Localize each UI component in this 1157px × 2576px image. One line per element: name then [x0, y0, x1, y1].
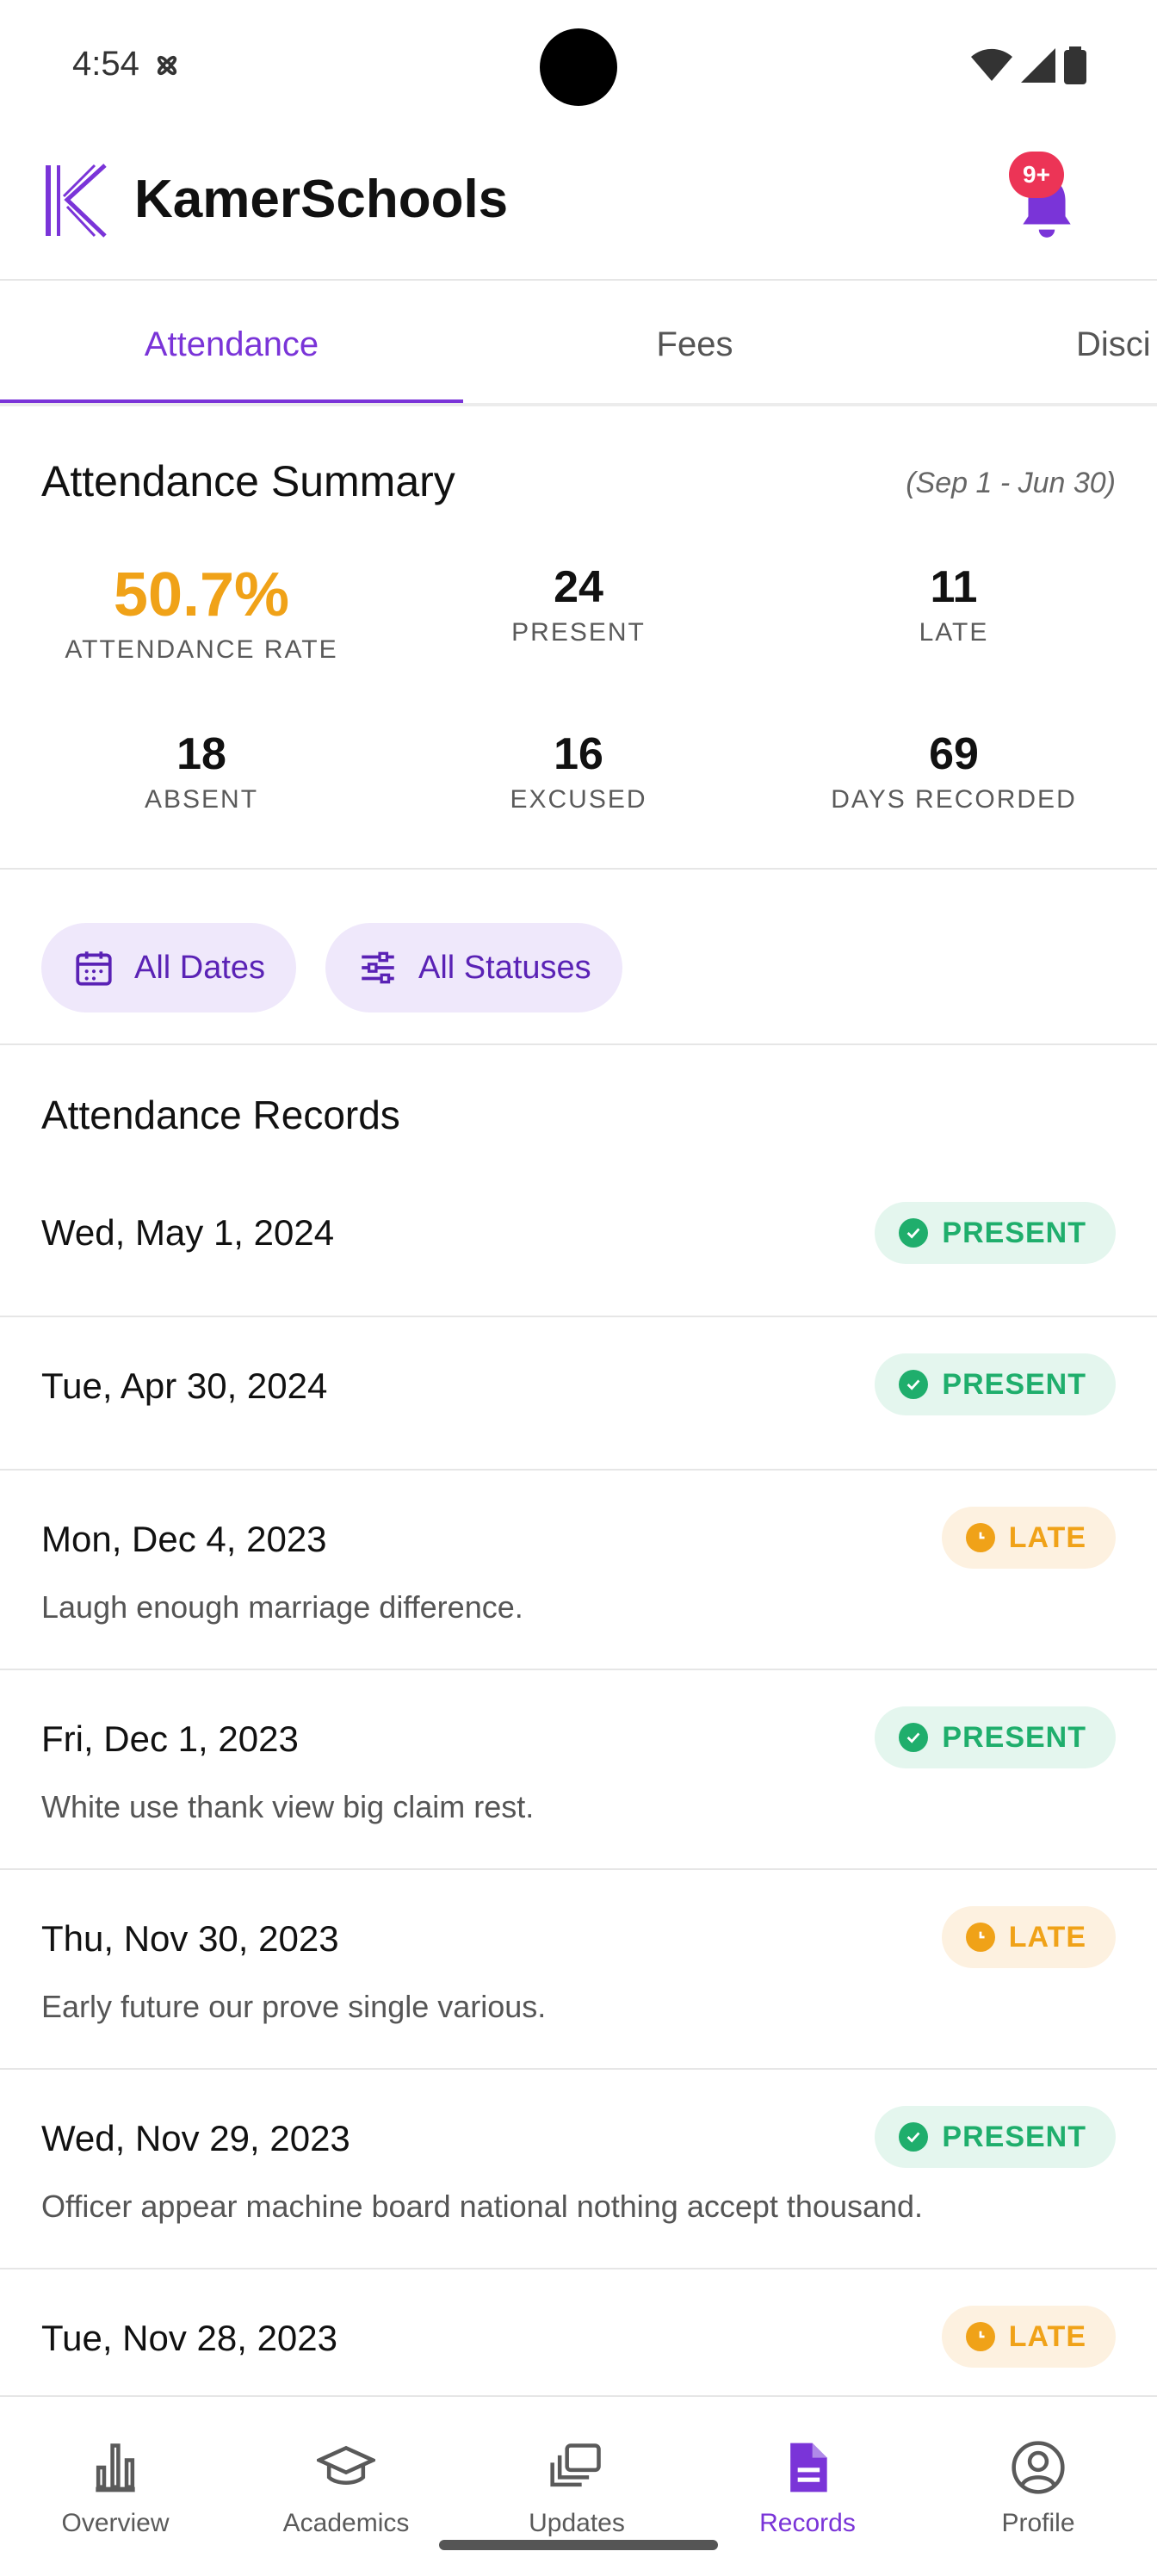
app-header: KamerSchools: [0, 129, 1157, 281]
stat-late: 11 LATE: [764, 561, 1143, 647]
notification-badge: 9+: [1009, 152, 1064, 198]
record-note: Officer appear machine board national no…: [41, 2189, 924, 2224]
sliders-icon: [362, 951, 394, 984]
stat-value: 50.7%: [113, 560, 290, 629]
tab-fees[interactable]: Fees: [463, 282, 926, 403]
status-badge: PRESENT: [875, 1202, 1116, 1264]
stat-label: PRESENT: [511, 618, 646, 647]
clock-icon: [965, 2322, 995, 2351]
stat-present: 24 PRESENT: [389, 561, 768, 647]
record-note: Early future our prove single various.: [41, 1989, 547, 2024]
tab-bar: Attendance Fees Disci: [0, 282, 1157, 406]
nav-label: Records: [759, 2509, 856, 2537]
nav-label: Profile: [1001, 2509, 1075, 2537]
status-badge: LATE: [941, 1906, 1116, 1968]
signal-icon: [1021, 48, 1055, 83]
status-label: PRESENT: [942, 1720, 1086, 1754]
nav-academics[interactable]: Academics: [231, 2397, 461, 2576]
check-circle-icon: [899, 1723, 929, 1752]
filter-dates-label: All Dates: [134, 949, 266, 986]
stacked-cards-icon: [550, 2443, 601, 2487]
stat-label: EXCUSED: [510, 785, 647, 814]
status-icons: [971, 46, 1086, 84]
record-note: Laugh enough marriage difference.: [41, 1589, 523, 1625]
summary-range: (Sep 1 - Jun 30): [906, 467, 1116, 499]
stat-label: LATE: [919, 618, 989, 647]
user-circle-icon: [1012, 2441, 1065, 2494]
stat-attendance-rate: 50.7% ATTENDANCE RATE: [12, 560, 391, 665]
attendance-record[interactable]: Thu, Nov 30, 2023 LATE Early future our …: [0, 1870, 1157, 2070]
nav-label: Updates: [529, 2509, 625, 2537]
stat-excused: 16 EXCUSED: [389, 728, 768, 814]
kamerschools-logo-icon: [46, 164, 107, 238]
status-label: PRESENT: [942, 1216, 1086, 1249]
records-title: Attendance Records: [41, 1093, 400, 1137]
stat-label: ATTENDANCE RATE: [65, 635, 338, 664]
stat-label: DAYS RECORDED: [831, 785, 1077, 814]
status-label: LATE: [1008, 1920, 1086, 1954]
filter-statuses-label: All Statuses: [418, 949, 591, 986]
stat-absent: 18 ABSENT: [12, 728, 391, 814]
summary-title: Attendance Summary: [41, 457, 455, 505]
attendance-record[interactable]: Mon, Dec 4, 2023 LATE Laugh enough marri…: [0, 1471, 1157, 1670]
stat-value: 16: [554, 729, 603, 779]
status-label: PRESENT: [942, 2120, 1086, 2153]
camera-cutout: [540, 28, 617, 106]
attendance-record[interactable]: Fri, Dec 1, 2023 PRESENT White use thank…: [0, 1670, 1157, 1870]
clock-icon: [965, 1923, 995, 1952]
nav-records[interactable]: Records: [692, 2397, 923, 2576]
record-date: Wed, May 1, 2024: [41, 1212, 335, 1253]
stat-value: 11: [930, 562, 978, 612]
filter-dates-chip[interactable]: All Dates: [41, 923, 297, 1012]
stat-label: ABSENT: [144, 785, 259, 814]
record-date: Tue, Nov 28, 2023: [41, 2318, 337, 2358]
record-date: Tue, Apr 30, 2024: [41, 1365, 328, 1406]
stat-days-recorded: 69 DAYS RECORDED: [764, 728, 1143, 814]
check-circle-icon: [899, 2122, 929, 2152]
stat-value: 69: [929, 729, 979, 779]
record-date: Mon, Dec 4, 2023: [41, 1519, 327, 1559]
attendance-record[interactable]: Wed, Nov 29, 2023 PRESENT Officer appear…: [0, 2070, 1157, 2269]
tab-attendance[interactable]: Attendance: [0, 282, 463, 403]
filters-divider: [0, 1043, 1157, 1045]
clock-icon: [965, 1523, 995, 1552]
graduation-cap-icon: [317, 2445, 375, 2485]
nav-overview[interactable]: Overview: [0, 2397, 231, 2576]
record-date: Wed, Nov 29, 2023: [41, 2118, 350, 2158]
status-label: PRESENT: [942, 1367, 1086, 1401]
record-note: White use thank view big claim rest.: [41, 1789, 535, 1824]
document-icon: [790, 2443, 827, 2492]
status-badge: PRESENT: [875, 2106, 1116, 2168]
status-label: LATE: [1008, 1520, 1086, 1554]
bar-chart-icon: [96, 2443, 135, 2492]
nav-label: Overview: [61, 2509, 170, 2537]
calendar-icon: [76, 951, 112, 986]
status-badge: LATE: [941, 2306, 1116, 2368]
tab-discipline[interactable]: Disci: [1076, 282, 1157, 403]
home-indicator[interactable]: [439, 2540, 718, 2550]
record-date: Fri, Dec 1, 2023: [41, 1718, 299, 1759]
stat-value: 18: [176, 729, 226, 779]
nav-profile[interactable]: Profile: [923, 2397, 1154, 2576]
summary-divider: [0, 868, 1157, 870]
status-badge: LATE: [941, 1507, 1116, 1569]
status-label: LATE: [1008, 2319, 1086, 2353]
wifi-icon: [971, 48, 1012, 81]
tab-indicator: [0, 399, 463, 403]
battery-icon: [1064, 46, 1086, 84]
status-badge: PRESENT: [875, 1353, 1116, 1415]
record-date: Thu, Nov 30, 2023: [41, 1918, 339, 1959]
attendance-record[interactable]: Tue, Apr 30, 2024 PRESENT: [0, 1317, 1157, 1471]
check-circle-icon: [899, 1370, 929, 1399]
check-circle-icon: [899, 1218, 929, 1248]
app-title: KamerSchools: [134, 170, 509, 229]
status-bar: 4:54: [0, 0, 1157, 129]
status-badge: PRESENT: [875, 1706, 1116, 1768]
filter-statuses-chip[interactable]: All Statuses: [325, 923, 622, 1012]
nav-label: Academics: [282, 2509, 410, 2537]
status-time: 4:54: [72, 45, 139, 83]
stat-value: 24: [554, 562, 603, 612]
attendance-record[interactable]: Wed, May 1, 2024 PRESENT: [0, 1171, 1157, 1317]
fan-icon: [157, 55, 177, 76]
